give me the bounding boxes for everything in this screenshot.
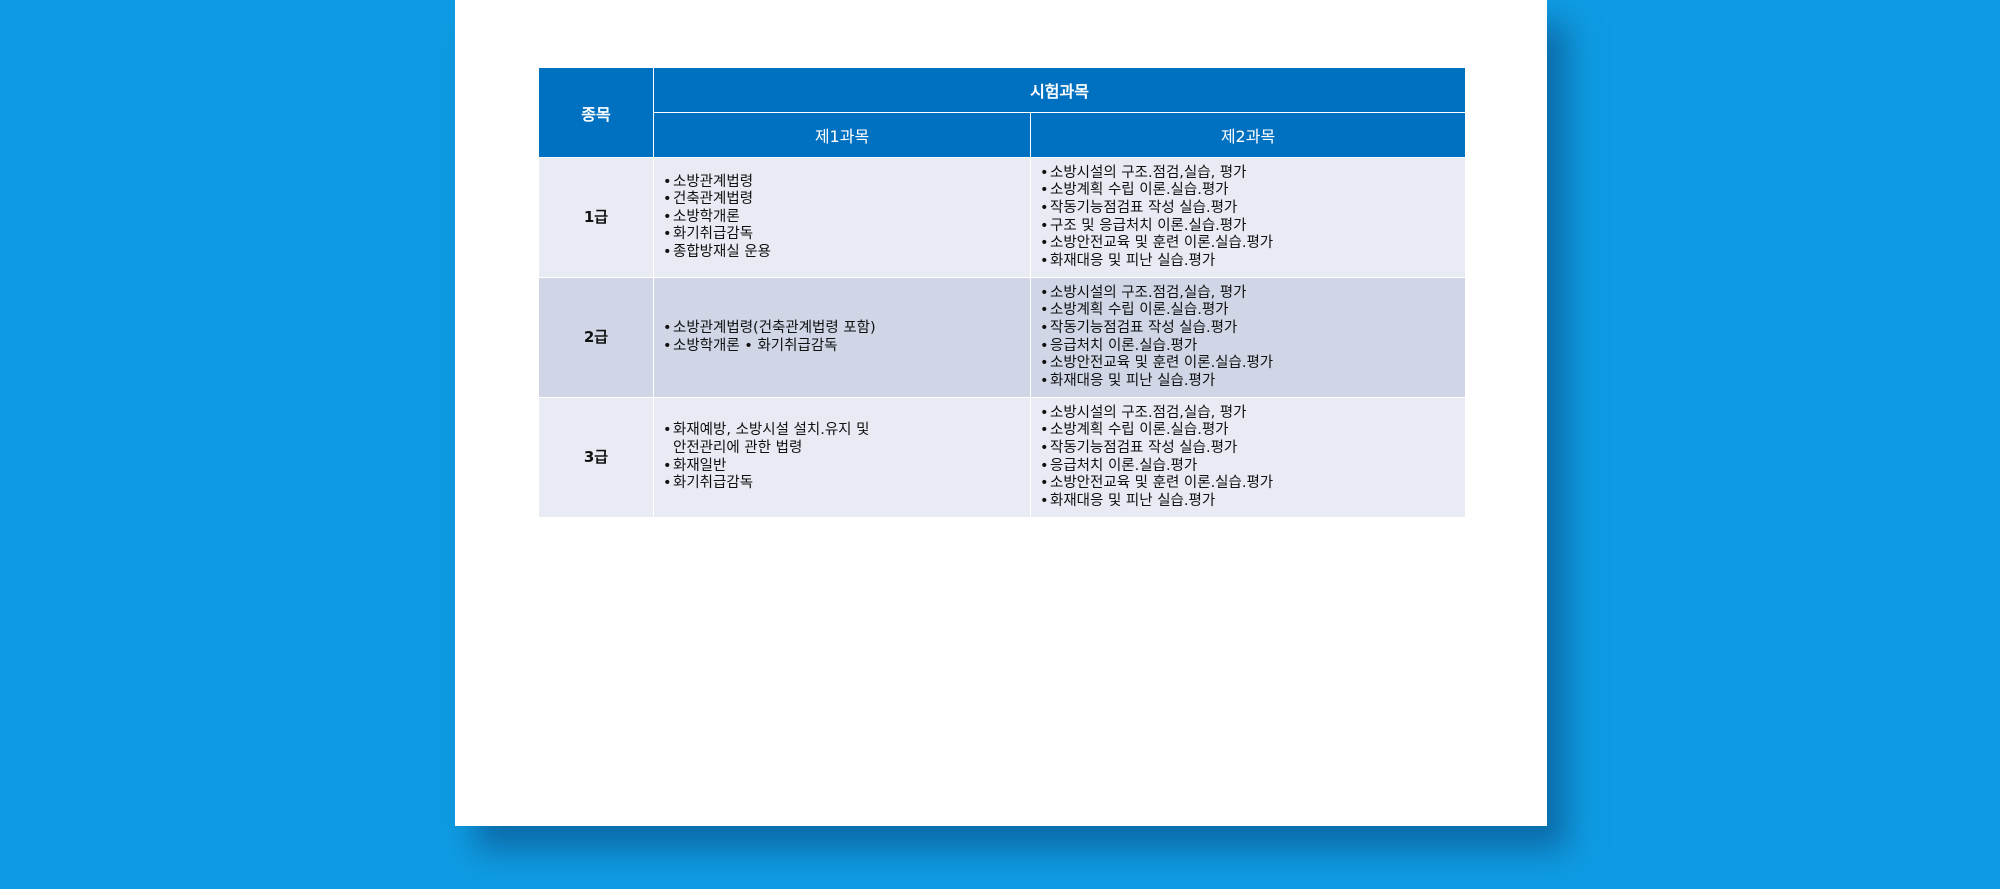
subject2-cell: 소방시설의 구조.점검,실습, 평가 소방계획 수립 이론.실습.평가 작동기능…: [1029, 277, 1467, 398]
list-item: 작동기능점검표 작성 실습.평가: [1040, 320, 1456, 338]
list-item: 화재대응 및 피난 실습.평가: [1040, 253, 1456, 271]
list-item: 소방시설의 구조.점검,실습, 평가: [1040, 285, 1456, 303]
list-item: 소방계획 수립 이론.실습.평가: [1040, 302, 1456, 320]
list-item: 소방시설의 구조.점검,실습, 평가: [1040, 405, 1456, 423]
list-item: 화재일반: [663, 458, 1021, 476]
list-item: 화재대응 및 피난 실습.평가: [1040, 373, 1456, 391]
subject1-cell: 소방관계법령 건축관계법령 소방학개론 화기취급감독 종합방재실 운용: [653, 157, 1031, 278]
subject1-cell: 소방관계법령(건축관계법령 포함) 소방학개론 • 화기취급감독: [653, 277, 1031, 398]
table-row: 3급 화재예방, 소방시설 설치.유지 및 안전관리에 관한 법령 화재일반 화…: [538, 397, 1467, 518]
list-item: 소방시설의 구조.점검,실습, 평가: [1040, 165, 1456, 183]
header-subject1: 제1과목: [653, 112, 1031, 158]
list-item: 소방관계법령: [663, 174, 1021, 192]
list-item: 소방관계법령(건축관계법령 포함): [663, 320, 1021, 338]
table-row: 1급 소방관계법령 건축관계법령 소방학개론 화기취급감독 종합방재실 운용 소…: [538, 157, 1467, 278]
list-item: 종합방재실 운용: [663, 244, 1021, 262]
subject2-list: 소방시설의 구조.점검,실습, 평가 소방계획 수립 이론.실습.평가 작동기능…: [1040, 285, 1456, 391]
list-item: 소방안전교육 및 훈련 이론.실습.평가: [1040, 475, 1456, 493]
list-item: 소방계획 수립 이론.실습.평가: [1040, 182, 1456, 200]
subject2-cell: 소방시설의 구조.점검,실습, 평가 소방계획 수립 이론.실습.평가 작동기능…: [1029, 397, 1467, 518]
list-item: 소방계획 수립 이론.실습.평가: [1040, 422, 1456, 440]
table-row: 2급 소방관계법령(건축관계법령 포함) 소방학개론 • 화기취급감독 소방시설…: [538, 277, 1467, 398]
list-item: 소방학개론: [663, 209, 1021, 227]
list-item: 소방안전교육 및 훈련 이론.실습.평가: [1040, 235, 1456, 253]
list-item: 소방학개론 • 화기취급감독: [663, 338, 1021, 356]
list-item: 건축관계법령: [663, 191, 1021, 209]
header-subject2: 제2과목: [1029, 112, 1467, 158]
subject1-list: 소방관계법령 건축관계법령 소방학개론 화기취급감독 종합방재실 운용: [663, 174, 1021, 262]
subject2-list: 소방시설의 구조.점검,실습, 평가 소방계획 수립 이론.실습.평가 작동기능…: [1040, 405, 1456, 511]
document-page: 종목 시험과목 제1과목 제2과목 1급 소방관계법령 건축관계법령 소방학개론…: [455, 0, 1547, 826]
grade-cell: 3급: [538, 397, 654, 518]
list-item: 응급처치 이론.실습.평가: [1040, 338, 1456, 356]
list-item: 화기취급감독: [663, 475, 1021, 493]
subject1-list: 화재예방, 소방시설 설치.유지 및 안전관리에 관한 법령 화재일반 화기취급…: [663, 422, 1021, 492]
list-item: 응급처치 이론.실습.평가: [1040, 458, 1456, 476]
exam-subjects-table: 종목 시험과목 제1과목 제2과목 1급 소방관계법령 건축관계법령 소방학개론…: [538, 67, 1467, 518]
list-item: 화재예방, 소방시설 설치.유지 및 안전관리에 관한 법령: [663, 422, 1021, 457]
grade-cell: 1급: [538, 157, 654, 278]
list-item: 화재대응 및 피난 실습.평가: [1040, 493, 1456, 511]
list-item: 소방안전교육 및 훈련 이론.실습.평가: [1040, 355, 1456, 373]
header-subjects: 시험과목: [652, 67, 1467, 113]
subject2-cell: 소방시설의 구조.점검,실습, 평가 소방계획 수립 이론.실습.평가 작동기능…: [1029, 157, 1467, 278]
list-item: 화기취급감독: [663, 226, 1021, 244]
list-item: 작동기능점검표 작성 실습.평가: [1040, 200, 1456, 218]
list-item: 작동기능점검표 작성 실습.평가: [1040, 440, 1456, 458]
grade-cell: 2급: [538, 277, 654, 398]
subject1-cell: 화재예방, 소방시설 설치.유지 및 안전관리에 관한 법령 화재일반 화기취급…: [653, 397, 1031, 518]
header-kind: 종목: [538, 67, 654, 158]
subject1-list: 소방관계법령(건축관계법령 포함) 소방학개론 • 화기취급감독: [663, 320, 1021, 355]
list-item: 구조 및 응급처치 이론.실습.평가: [1040, 218, 1456, 236]
subject2-list: 소방시설의 구조.점검,실습, 평가 소방계획 수립 이론.실습.평가 작동기능…: [1040, 165, 1456, 271]
